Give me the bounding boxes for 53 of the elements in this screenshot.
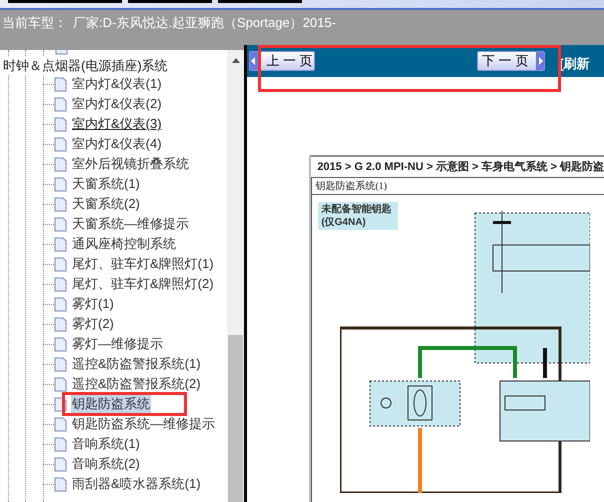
file-icon xyxy=(54,376,67,392)
tree-item[interactable]: 钥匙防盗系统 xyxy=(71,394,151,414)
tree-item[interactable]: 雾灯(1) xyxy=(71,294,115,314)
file-icon xyxy=(54,156,67,172)
tree-item[interactable]: 遥控&防盗警报系统(2) xyxy=(71,374,202,394)
tree-item[interactable]: 雾灯(2) xyxy=(71,314,115,334)
file-icon xyxy=(54,356,67,372)
prev-page-button[interactable]: 上 一 页 xyxy=(249,51,316,71)
file-icon xyxy=(54,436,67,452)
file-icon xyxy=(54,136,67,152)
tree-item[interactable]: 室内灯&仪表(2) xyxy=(71,94,163,114)
file-icon xyxy=(54,476,67,492)
tree-item[interactable]: 室内灯&仪表(1) xyxy=(71,74,163,94)
tree-item[interactable]: 遥控&防盗警报系统(1) xyxy=(71,354,202,374)
tree-item[interactable]: 音响系统(2) xyxy=(71,454,141,474)
tree-item[interactable]: 尾灯、驻车灯&牌照灯(2) xyxy=(71,274,215,294)
tree-item[interactable]: 音响系统(1) xyxy=(71,434,141,454)
scroll-up-icon[interactable] xyxy=(232,58,240,62)
tree-node[interactable]: 时钟＆点烟器(电源插座)系统 xyxy=(3,56,168,76)
file-icon xyxy=(54,416,67,432)
scrollbar-thumb[interactable] xyxy=(228,335,244,502)
tree-item[interactable]: 室外后视镜折叠系统 xyxy=(71,154,190,174)
current-model-text: 厂家:D-东风悦达.起亚狮跑（Sportage）2015- xyxy=(73,14,336,32)
note-line: 未配备智能钥匙 xyxy=(321,203,392,216)
file-icon xyxy=(54,296,67,312)
file-icon xyxy=(54,216,67,232)
tree-item[interactable]: 雨刮器&喷水器系统(1) xyxy=(71,474,202,494)
current-model-label: 当前车型： xyxy=(2,14,67,32)
section-title: 钥匙防盗系统(1) xyxy=(315,180,387,194)
tree-item[interactable]: 天窗系统(1) xyxy=(71,174,141,194)
file-icon xyxy=(54,336,67,352)
file-icon xyxy=(54,456,67,472)
tree-item[interactable]: 天窗系统(2) xyxy=(71,194,141,214)
file-icon xyxy=(54,256,67,272)
tree-item[interactable]: 室内灯&仪表(3) xyxy=(71,114,163,134)
file-icon xyxy=(54,76,67,92)
file-icon xyxy=(54,276,67,292)
note-line: (仅G4NA) xyxy=(321,216,367,229)
tree-item[interactable]: 雾灯—维修提示 xyxy=(71,334,164,354)
file-icon xyxy=(54,236,67,252)
next-page-button[interactable]: 下 一 页 xyxy=(477,51,546,71)
tree-item[interactable]: 通风座椅控制系统 xyxy=(71,234,177,254)
breadcrumb: 2015 > G 2.0 MPI-NU > 示意图 > 车身电气系统 > 钥匙防盗 xyxy=(317,160,604,175)
tree-item[interactable]: 天窗系统—维修提示 xyxy=(71,214,190,234)
file-icon xyxy=(54,116,67,132)
tree-item[interactable]: 尾灯、驻车灯&牌照灯(1) xyxy=(71,254,215,274)
file-icon xyxy=(54,316,67,332)
file-icon xyxy=(54,196,67,212)
tree-item[interactable]: 室内灯&仪表(4) xyxy=(71,134,163,154)
tree-item[interactable]: 钥匙防盗系统—维修提示 xyxy=(71,414,216,434)
file-icon xyxy=(54,96,67,112)
scrollbar[interactable] xyxy=(227,50,244,502)
file-icon xyxy=(54,176,67,192)
